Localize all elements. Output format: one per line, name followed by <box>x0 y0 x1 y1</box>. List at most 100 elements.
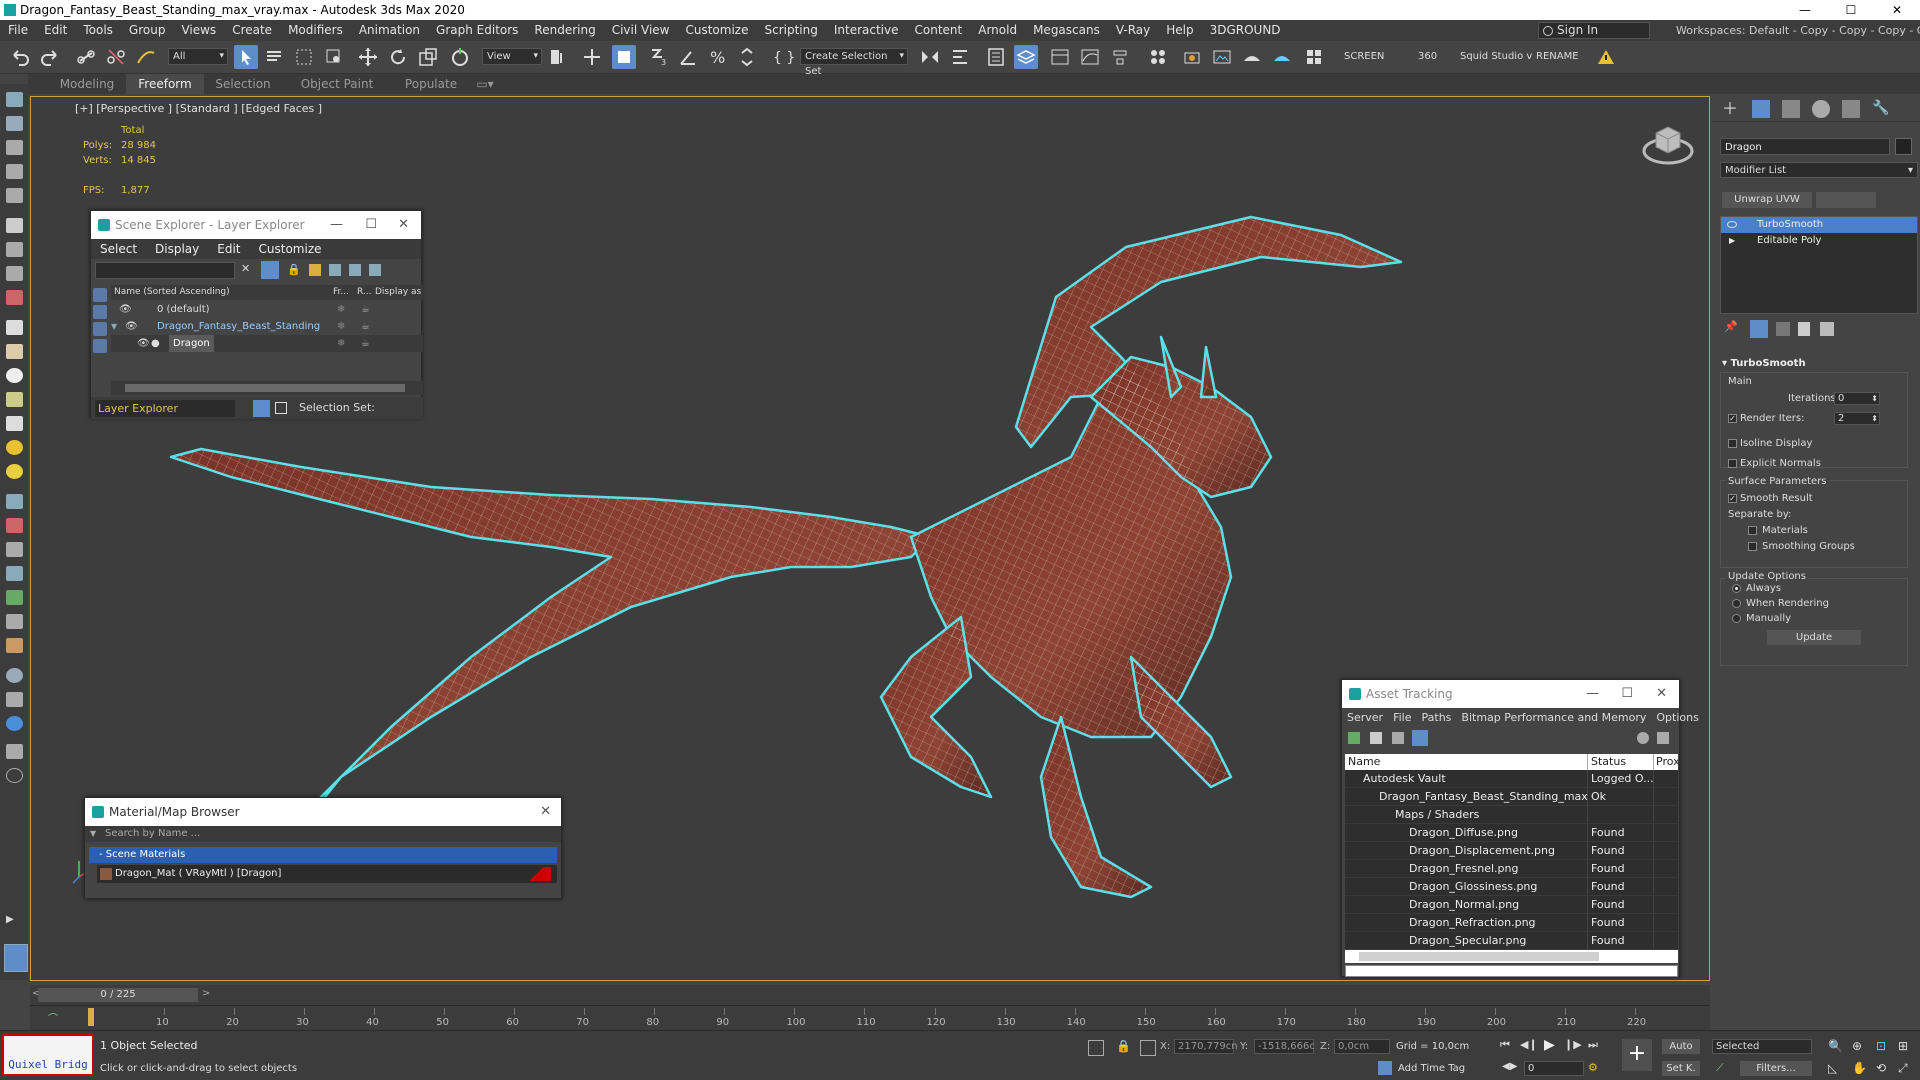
helpers-icon[interactable] <box>6 266 23 281</box>
ribbon-options-icon[interactable]: ▭▾ <box>470 74 500 94</box>
display-cameras-icon[interactable] <box>93 339 107 353</box>
menu-help[interactable]: Help <box>1158 20 1201 41</box>
viewport-layout-icon[interactable] <box>4 944 28 972</box>
at-menu-bitmap[interactable]: Bitmap Performance and Memory <box>1456 708 1651 727</box>
display-geometry-icon[interactable] <box>93 305 107 319</box>
screen-label[interactable]: SCREEN <box>1344 51 1384 62</box>
col-render[interactable]: R... <box>357 285 372 300</box>
field-of-view-icon[interactable]: ◺ <box>1828 1061 1844 1077</box>
placement-icon[interactable] <box>448 45 472 69</box>
utilities-panel-icon[interactable]: 🔧 <box>1872 100 1890 118</box>
selection-lock-icon[interactable]: 🔒 <box>1116 1039 1132 1055</box>
se-horizontal-scrollbar[interactable] <box>111 381 423 395</box>
globe-icon[interactable] <box>6 566 23 581</box>
key-filter-dropdown[interactable]: Selected <box>1712 1039 1812 1054</box>
menu-vray[interactable]: V-Ray <box>1108 20 1158 41</box>
rename-label[interactable]: RENAME <box>1536 51 1579 62</box>
at-menu-options[interactable]: Options <box>1651 708 1703 727</box>
toggle-layer-explorer-icon[interactable] <box>1014 45 1038 69</box>
show-end-result-icon[interactable] <box>1750 320 1768 338</box>
window-crossing-icon[interactable] <box>322 45 346 69</box>
asset-row[interactable]: Maps / Shaders <box>1345 806 1678 824</box>
unlink-icon[interactable] <box>104 45 128 69</box>
link-icon[interactable] <box>74 45 98 69</box>
display-lights-icon[interactable] <box>93 322 107 336</box>
always-radio[interactable] <box>1732 584 1741 593</box>
key-tangent-icon[interactable]: ⟋ <box>1716 1061 1732 1077</box>
layer-hierarchy-icon[interactable] <box>349 264 361 276</box>
table-view-icon[interactable] <box>1412 730 1428 746</box>
motion-icon[interactable] <box>6 164 23 179</box>
col-frozen[interactable]: Fr... <box>333 285 349 300</box>
render-iters-spinner[interactable]: 2 <box>1834 412 1880 425</box>
selection-set-icon[interactable] <box>275 402 287 414</box>
render-iters-checkbox[interactable]: ✓ <box>1728 414 1737 423</box>
auto-key-button[interactable]: Auto <box>1662 1039 1700 1054</box>
at-menu-server[interactable]: Server <box>1342 708 1388 727</box>
tab-populate[interactable]: Populate <box>392 74 470 94</box>
current-frame-field[interactable]: 0 <box>1524 1061 1584 1076</box>
modifier-list-dropdown[interactable]: Modifier List <box>1720 162 1918 179</box>
material-item[interactable]: Dragon_Mat ( VRayMtl ) [Dragon] <box>97 865 557 883</box>
sun-icon[interactable] <box>6 440 23 455</box>
display-objects-icon[interactable] <box>93 288 107 302</box>
menu-modifiers[interactable]: Modifiers <box>280 20 351 41</box>
iterations-spinner[interactable]: 0 <box>1834 392 1880 405</box>
material-editor-icon[interactable] <box>1146 45 1170 69</box>
vray-sphere-icon[interactable] <box>6 668 23 683</box>
workspaces-dropdown[interactable]: Workspaces: Default - Copy - Copy - Copy… <box>1676 22 1920 39</box>
next-frame-icon[interactable]: > <box>202 988 210 999</box>
schematic-view-icon[interactable] <box>1108 45 1132 69</box>
render-production-icon[interactable] <box>1240 45 1264 69</box>
next-key-icon[interactable]: ❙▶ <box>1564 1038 1582 1054</box>
quixel-bridge-button[interactable]: Quixel Bridg <box>2 1034 94 1076</box>
manually-radio[interactable] <box>1732 614 1741 623</box>
settings-icon[interactable] <box>1657 732 1669 744</box>
update-button[interactable]: Update <box>1767 630 1861 645</box>
prev-key-icon[interactable]: ◀❙ <box>1520 1038 1538 1054</box>
help-icon[interactable] <box>6 768 23 783</box>
stack-item-turbosmooth[interactable]: TurboSmooth <box>1721 217 1917 233</box>
array-icon[interactable] <box>6 494 23 509</box>
modify-icon[interactable] <box>6 116 23 131</box>
col-proxy[interactable]: Prox <box>1654 754 1678 770</box>
help-icon[interactable] <box>1637 732 1649 744</box>
asset-row[interactable]: Dragon_Diffuse.png Found <box>1345 824 1678 842</box>
make-unique-icon[interactable] <box>1776 322 1790 336</box>
goto-end-icon[interactable]: ⏭ <box>1588 1038 1604 1054</box>
brush-icon[interactable] <box>6 518 23 533</box>
menu-arnold[interactable]: Arnold <box>970 20 1025 41</box>
asset-row[interactable]: Autodesk Vault Logged O... <box>1345 770 1678 788</box>
add-time-tag-button[interactable]: Add Time Tag <box>1398 1063 1465 1074</box>
modifier-set-button[interactable] <box>1816 192 1876 208</box>
at-menu-paths[interactable]: Paths <box>1417 708 1457 727</box>
menu-views[interactable]: Views <box>173 20 224 41</box>
rendered-frame-window-icon[interactable] <box>1210 45 1234 69</box>
clear-search-icon[interactable]: ✕ <box>241 262 250 275</box>
minimize-button[interactable]: — <box>1782 0 1828 20</box>
x-coordinate-field[interactable]: 2170,779cn <box>1174 1039 1238 1054</box>
add-to-layer-icon[interactable] <box>329 264 341 276</box>
play-expand-icon[interactable]: ▶ <box>6 914 23 929</box>
railclone-icon[interactable] <box>6 638 23 653</box>
smoothing-groups-checkbox[interactable] <box>1748 542 1757 551</box>
maximize-icon[interactable]: ☐ <box>1621 680 1633 708</box>
menu-civil-view[interactable]: Civil View <box>604 20 678 41</box>
refresh-icon[interactable] <box>1348 732 1360 744</box>
zoom-all-icon[interactable]: ⊕ <box>1852 1039 1868 1055</box>
render-teapot-icon[interactable]: ☕ <box>361 318 370 335</box>
menu-file[interactable]: File <box>0 20 36 41</box>
when-rendering-radio[interactable] <box>1732 599 1741 608</box>
maximize-viewport-icon[interactable]: ⤢ <box>1898 1061 1914 1077</box>
menu-tools[interactable]: Tools <box>75 20 121 41</box>
cameras-icon[interactable] <box>6 242 23 257</box>
current-frame-marker[interactable] <box>88 1008 94 1026</box>
scene-materials-group[interactable]: - Scene Materials <box>89 847 557 863</box>
forest-icon[interactable] <box>6 614 23 629</box>
menu-customize[interactable]: Customize <box>677 20 756 41</box>
smooth-result-checkbox[interactable]: ✓ <box>1728 494 1737 503</box>
select-object-icon[interactable] <box>234 45 258 69</box>
menu-edit[interactable]: Edit <box>36 20 75 41</box>
orbit-icon[interactable]: ⟲ <box>1876 1061 1892 1077</box>
thumbnail-icon[interactable] <box>1392 732 1404 744</box>
